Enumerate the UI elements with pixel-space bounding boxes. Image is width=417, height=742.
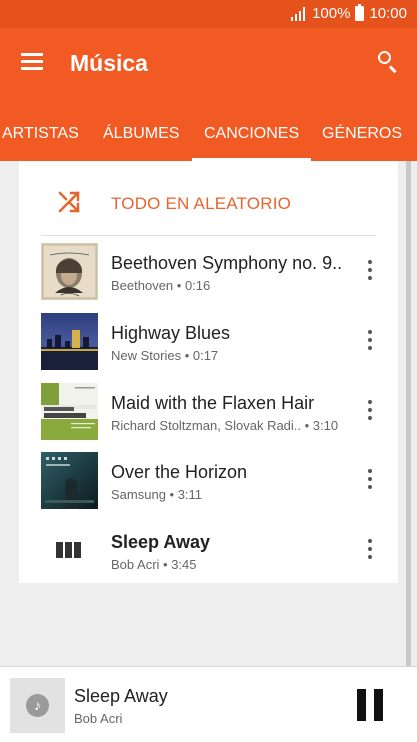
app-bar: Música ARTISTAS ÁLBUMES CANCIONES GÉNERO… xyxy=(0,28,417,161)
song-subtitle: Richard Stoltzman, Slovak Radi.. • 3:10 xyxy=(111,418,339,433)
song-item-highway-blues[interactable]: Highway Blues New Stories • 0:17 xyxy=(19,308,398,376)
app-title: Música xyxy=(70,50,148,76)
song-list-area: TODO EN ALEATORIO Beethoven Symphony no.… xyxy=(0,161,417,666)
now-playing-bar[interactable]: ♪ Sleep Away Bob Acri xyxy=(0,666,417,742)
album-art-over-the-horizon xyxy=(41,452,98,509)
now-playing-artist: Bob Acri xyxy=(74,711,123,726)
song-item-beethoven[interactable]: Beethoven Symphony no. 9.. Beethoven • 0… xyxy=(19,238,398,306)
shuffle-all-label: TODO EN ALEATORIO xyxy=(111,194,292,213)
signal-icon xyxy=(291,6,306,21)
clock: 10:00 xyxy=(369,5,407,22)
song-subtitle: Samsung • 3:11 xyxy=(111,487,203,502)
tab-bar: ARTISTAS ÁLBUMES CANCIONES GÉNEROS xyxy=(0,118,417,161)
song-item-sleep-away[interactable]: Sleep Away Bob Acri • 3:45 xyxy=(19,517,398,585)
shuffle-icon xyxy=(58,191,80,213)
song-title: Over the Horizon xyxy=(111,462,248,482)
tab-artistas[interactable]: ARTISTAS xyxy=(2,118,79,161)
battery-percent: 100% xyxy=(312,5,351,22)
song-title: Highway Blues xyxy=(111,323,231,343)
status-bar: 100% 10:00 xyxy=(0,0,417,28)
search-icon[interactable] xyxy=(376,49,400,74)
tab-albumes[interactable]: ÁLBUMES xyxy=(103,118,179,161)
tab-canciones[interactable]: CANCIONES xyxy=(191,118,312,161)
shuffle-all-button[interactable]: TODO EN ALEATORIO xyxy=(19,175,398,235)
more-options-icon[interactable] xyxy=(362,257,378,283)
status-indicators: 100% 10:00 xyxy=(291,4,407,22)
scrollbar[interactable] xyxy=(406,161,411,666)
tab-generos[interactable]: GÉNEROS xyxy=(322,118,402,161)
battery-icon xyxy=(355,4,365,21)
more-options-icon[interactable] xyxy=(362,327,378,353)
music-note-icon: ♪ xyxy=(26,694,49,717)
song-title: Maid with the Flaxen Hair xyxy=(111,393,315,413)
song-title: Beethoven Symphony no. 9.. xyxy=(111,253,343,273)
album-art-beethoven xyxy=(41,243,98,300)
divider xyxy=(41,235,376,236)
song-subtitle: Bob Acri • 3:45 xyxy=(111,557,197,572)
now-playing-title: Sleep Away xyxy=(74,686,168,706)
song-subtitle: New Stories • 0:17 xyxy=(111,348,219,363)
menu-icon[interactable] xyxy=(21,53,45,71)
now-playing-album-art: ♪ xyxy=(10,678,65,733)
album-art-highway-blues xyxy=(41,313,98,370)
album-art-richard-stoltzman xyxy=(41,383,98,440)
more-options-icon[interactable] xyxy=(362,536,378,562)
song-title: Sleep Away xyxy=(111,532,211,552)
song-item-over-the-horizon[interactable]: Over the Horizon Samsung • 3:11 xyxy=(19,447,398,515)
pause-button[interactable] xyxy=(352,687,388,723)
now-playing-equalizer-icon xyxy=(56,542,81,558)
song-list-card: TODO EN ALEATORIO Beethoven Symphony no.… xyxy=(19,161,398,583)
song-item-maid-flaxen-hair[interactable]: Maid with the Flaxen Hair Richard Stoltz… xyxy=(19,378,398,446)
more-options-icon[interactable] xyxy=(362,397,378,423)
song-subtitle: Beethoven • 0:16 xyxy=(111,278,211,293)
more-options-icon[interactable] xyxy=(362,466,378,492)
